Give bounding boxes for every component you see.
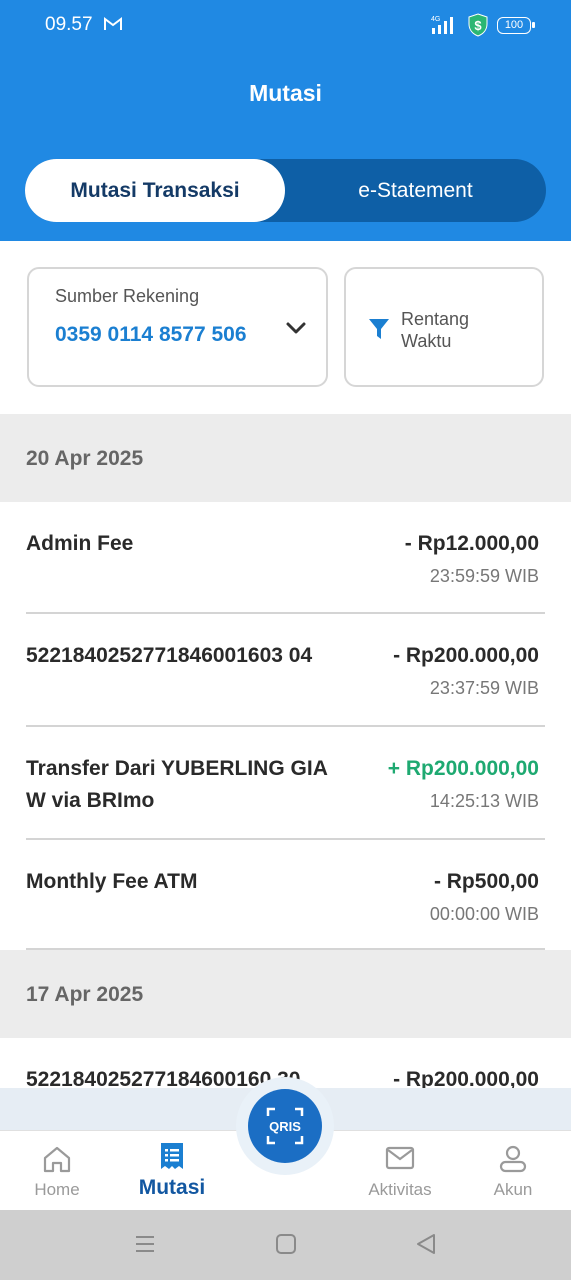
date-group-header: 20 Apr 2025 (0, 414, 571, 502)
nav-home-label: Home (34, 1180, 80, 1199)
transaction-time: 14:25:13 WIB (429, 791, 539, 811)
filter-icon (369, 319, 389, 339)
transaction-title: Monthly Fee ATM (26, 870, 198, 893)
filter-panel: Sumber Rekening 0359 0114 8577 506 Renta… (0, 241, 571, 414)
transaction-amount: + Rp200.000,00 (387, 757, 539, 780)
mail-icon (385, 1146, 415, 1170)
transaction-row[interactable]: Monthly Fee ATM - Rp500,00 00:00:00 WIB (0, 840, 571, 950)
transaction-amount: - Rp200.000,00 (393, 1068, 539, 1088)
date-range-filter[interactable]: Rentang Waktu (344, 267, 544, 387)
transaction-row[interactable]: Admin Fee - Rp12.000,00 23:59:59 WIB (0, 502, 571, 614)
nav-akun[interactable]: Akun (475, 1131, 551, 1211)
nav-aktivitas[interactable]: Aktivitas (355, 1131, 445, 1211)
receipt-icon (161, 1143, 183, 1169)
transaction-row[interactable]: Transfer Dari YUBERLING GIAW via BRImo +… (0, 727, 571, 840)
svg-text:QRIS: QRIS (269, 1119, 301, 1134)
transaction-time: 00:00:00 WIB (429, 904, 539, 924)
qris-icon: QRIS (266, 1107, 304, 1145)
tab-e-statement[interactable]: e-Statement (285, 159, 546, 222)
transaction-amount: - Rp500,00 (433, 870, 539, 893)
transaction-amount: - Rp200.000,00 (393, 644, 539, 667)
account-selector[interactable]: Sumber Rekening 0359 0114 8577 506 (27, 267, 328, 387)
page-title: Mutasi (249, 80, 322, 106)
nav-aktivitas-label: Aktivitas (368, 1180, 432, 1199)
transaction-title: Transfer Dari YUBERLING GIAW via BRImo (26, 757, 328, 812)
signal-icon: 4G (431, 16, 453, 34)
nav-mutasi[interactable]: Mutasi (128, 1131, 216, 1211)
nav-mutasi-label: Mutasi (138, 1176, 206, 1199)
tab-switcher: Mutasi Transaksi e-Statement (25, 159, 546, 222)
nav-home[interactable]: Home (17, 1131, 97, 1211)
nav-akun-label: Akun (493, 1180, 533, 1199)
transaction-time: 23:59:59 WIB (429, 566, 539, 586)
transaction-title: 5221840252771846001603 04 (26, 644, 313, 667)
user-icon (499, 1145, 527, 1173)
account-number: 0359 0114 8577 506 (55, 323, 247, 346)
date-group-header: 17 Apr 2025 (0, 950, 571, 1038)
recent-apps-icon[interactable] (133, 1232, 157, 1256)
transaction-row[interactable]: 5221840252771846001603 04 - Rp200.000,00… (0, 614, 571, 727)
chevron-down-icon (286, 322, 306, 334)
transaction-title: Admin Fee (26, 532, 134, 555)
date-group-label: 17 Apr 2025 (26, 983, 144, 1006)
battery-indicator: 100 (497, 17, 535, 34)
qris-scan-button[interactable]: QRIS (248, 1089, 322, 1163)
svg-text:4G: 4G (431, 16, 440, 23)
home-button-icon[interactable] (274, 1232, 298, 1256)
status-time: 09.57 (45, 14, 93, 35)
back-icon[interactable] (414, 1232, 438, 1256)
transaction-time: 23:37:59 WIB (429, 678, 539, 698)
system-nav-bar (0, 1210, 571, 1280)
home-icon (43, 1146, 71, 1173)
date-range-label: Rentang Waktu (401, 309, 470, 351)
app-header: 09.57 4G $ 100 Mutasi Mutasi Transaksi e… (0, 0, 571, 241)
account-label: Sumber Rekening (55, 286, 200, 306)
tab-mutasi-transaksi[interactable]: Mutasi Transaksi (25, 159, 285, 222)
date-group-label: 20 Apr 2025 (26, 447, 144, 470)
gmail-icon (104, 17, 122, 30)
dollar-shield-icon: $ (468, 13, 488, 37)
status-bar: 09.57 4G $ 100 (0, 0, 571, 50)
svg-text:$: $ (474, 18, 482, 33)
transaction-amount: - Rp12.000,00 (404, 532, 539, 555)
